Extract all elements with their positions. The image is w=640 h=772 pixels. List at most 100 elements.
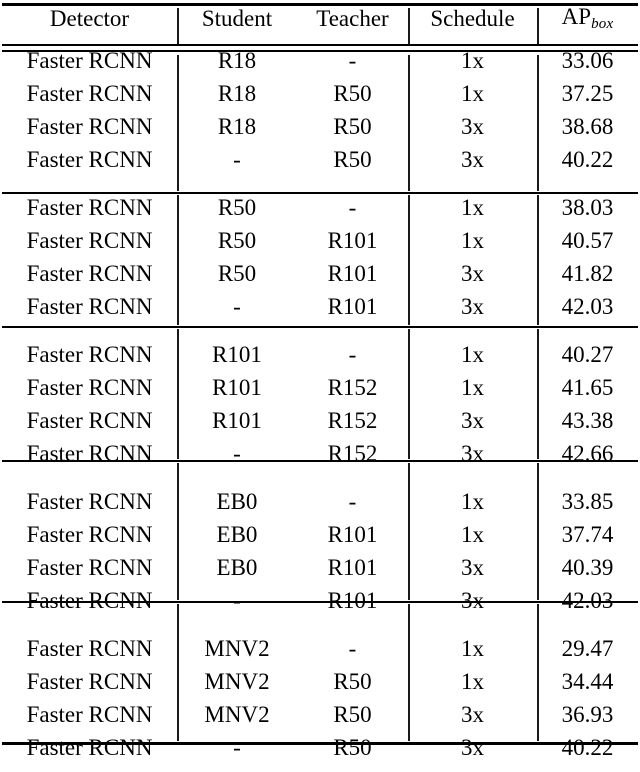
cell-detector: Faster RCNN — [26, 195, 153, 220]
cell-schedule: 3x — [461, 735, 484, 760]
cell-ap: 33.85 — [561, 489, 614, 514]
spacer-cell — [2, 184, 177, 191]
row-spacer — [2, 617, 638, 625]
table-row: Faster RCNN MNV2 R50 3x 36.93 — [2, 698, 638, 731]
cell-ap: 37.25 — [561, 81, 614, 106]
spacer-cell — [537, 470, 638, 478]
table-row: Faster RCNN MNV2 R50 1x 34.44 — [2, 665, 638, 698]
rule-top — [2, 3, 638, 6]
results-table: Detector Student Teacher Schedule APbox … — [2, 0, 638, 772]
spacer-cell — [297, 617, 408, 625]
spacer-cell — [2, 37, 177, 44]
cell-schedule: 1x — [461, 342, 484, 367]
cell-detector: Faster RCNN — [26, 489, 153, 514]
cell-student: R50 — [217, 261, 257, 286]
cell-student: R18 — [217, 81, 257, 106]
cell-schedule: 1x — [461, 489, 484, 514]
row-spacer — [2, 470, 638, 478]
cell-ap: 29.47 — [561, 636, 614, 661]
rule-group-2 — [2, 326, 638, 328]
cell-detector: Faster RCNN — [26, 408, 153, 433]
cell-schedule: 3x — [461, 408, 484, 433]
cell-ap: 41.82 — [561, 261, 614, 286]
row-spacer — [2, 625, 638, 632]
vrule-header-3 — [537, 8, 539, 44]
spacer-cell — [2, 764, 177, 772]
table-row: Faster RCNN R50 R101 3x 41.82 — [2, 257, 638, 290]
cell-teacher: R50 — [333, 669, 372, 694]
vrule-header-2 — [408, 8, 410, 44]
cell-student: EB0 — [216, 489, 258, 514]
cell-detector: Faster RCNN — [26, 636, 153, 661]
cell-detector: Faster RCNN — [26, 702, 153, 727]
spacer-cell — [297, 184, 408, 191]
spacer-cell — [297, 176, 408, 184]
cell-detector: Faster RCNN — [26, 261, 153, 286]
spacer-cell — [177, 478, 297, 485]
cell-ap: 43.38 — [561, 408, 614, 433]
cell-ap: 40.57 — [561, 228, 614, 253]
vrule-g2-1 — [177, 195, 179, 325]
cell-student: MNV2 — [204, 636, 270, 661]
cell-ap: 40.22 — [561, 735, 614, 760]
rule-group-3 — [2, 460, 638, 462]
table-container: Detector Student Teacher Schedule APbox … — [0, 0, 640, 760]
table-row: Faster RCNN - R50 3x 40.22 — [2, 731, 638, 764]
cell-schedule: 3x — [461, 114, 484, 139]
cell-ap: 40.27 — [561, 342, 614, 367]
spacer-cell — [408, 331, 537, 338]
cell-detector: Faster RCNN — [26, 375, 153, 400]
cell-schedule: 1x — [461, 195, 484, 220]
spacer-cell — [408, 37, 537, 44]
cell-student: R50 — [217, 228, 257, 253]
spacer-cell — [537, 37, 638, 44]
vrule-g2-2 — [408, 195, 410, 325]
spacer-cell — [177, 625, 297, 632]
cell-schedule: 3x — [461, 441, 484, 466]
cell-student: R101 — [212, 375, 262, 400]
table-row: Faster RCNN EB0 R101 1x 37.74 — [2, 518, 638, 551]
cell-teacher: R101 — [327, 228, 378, 253]
spacer-cell — [408, 478, 537, 485]
cell-ap: 41.65 — [561, 375, 614, 400]
spacer-cell — [2, 470, 177, 478]
cell-student: R50 — [217, 195, 257, 220]
cell-detector: Faster RCNN — [26, 48, 153, 73]
cell-detector: Faster RCNN — [26, 294, 153, 319]
rule-header-upper — [2, 44, 638, 46]
spacer-cell — [297, 37, 408, 44]
cell-student: EB0 — [216, 522, 258, 547]
cell-detector: Faster RCNN — [26, 147, 153, 172]
vrule-g1-2 — [408, 55, 410, 191]
cell-ap: 37.74 — [561, 522, 614, 547]
row-spacer — [2, 331, 638, 338]
table-row: Faster RCNN - R152 3x 42.66 — [2, 437, 638, 470]
spacer-cell — [177, 176, 297, 184]
cell-student: EB0 — [216, 555, 258, 580]
spacer-cell — [408, 617, 537, 625]
cell-ap: 33.06 — [561, 48, 614, 73]
spacer-cell — [177, 764, 297, 772]
cell-schedule: 1x — [461, 48, 484, 73]
spacer-cell — [537, 478, 638, 485]
spacer-cell — [408, 625, 537, 632]
spacer-cell — [2, 625, 177, 632]
table-row: Faster RCNN R101 - 1x 40.27 — [2, 338, 638, 371]
cell-teacher: R50 — [333, 114, 372, 139]
vrule-g5-2 — [408, 604, 410, 741]
cell-ap: 42.03 — [561, 294, 614, 319]
spacer-cell — [297, 478, 408, 485]
cell-ap: 34.44 — [561, 669, 614, 694]
spacer-cell — [177, 331, 297, 338]
cell-schedule: 1x — [461, 375, 484, 400]
vrule-g2-3 — [537, 195, 539, 325]
table-row: Faster RCNN - R50 3x 40.22 — [2, 143, 638, 176]
cell-ap: 36.93 — [561, 702, 614, 727]
spacer-cell — [408, 470, 537, 478]
cell-teacher: - — [348, 342, 357, 367]
vrule-g5-1 — [177, 604, 179, 741]
cell-ap: 40.39 — [561, 555, 614, 580]
cell-teacher: R50 — [333, 735, 372, 760]
cell-teacher: - — [348, 195, 357, 220]
cell-teacher: R50 — [333, 702, 372, 727]
